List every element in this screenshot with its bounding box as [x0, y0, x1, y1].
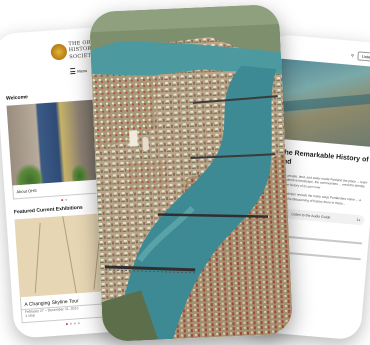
search-icon[interactable]: ⚲ [351, 52, 354, 57]
menu-label: Menu [77, 67, 88, 74]
planter-shape [70, 164, 88, 182]
hamburger-icon [70, 67, 76, 75]
map-river-line [62, 216, 77, 294]
menu-button[interactable]: Menu [70, 67, 88, 75]
aerial-city-painting [88, 4, 294, 342]
planter-shape [14, 163, 45, 186]
audio-player-label: Listen to the Audio Guide [291, 212, 331, 221]
carousel-dot[interactable] [73, 322, 76, 325]
carousel-dot[interactable] [69, 322, 72, 325]
listen-button[interactable]: Listen [357, 50, 370, 62]
center-phone-screen [88, 4, 294, 342]
ohs-seal-logo[interactable] [50, 43, 68, 61]
downtown-core [125, 159, 167, 191]
carousel-dot[interactable] [65, 198, 68, 201]
carousel-dot[interactable] [65, 323, 68, 326]
carousel-dot[interactable] [61, 199, 64, 202]
carousel-dot[interactable] [77, 322, 80, 325]
map-river-line [34, 222, 41, 293]
tall-building [129, 130, 138, 147]
tall-building [142, 137, 149, 151]
playback-speed[interactable]: 1x [356, 218, 360, 222]
